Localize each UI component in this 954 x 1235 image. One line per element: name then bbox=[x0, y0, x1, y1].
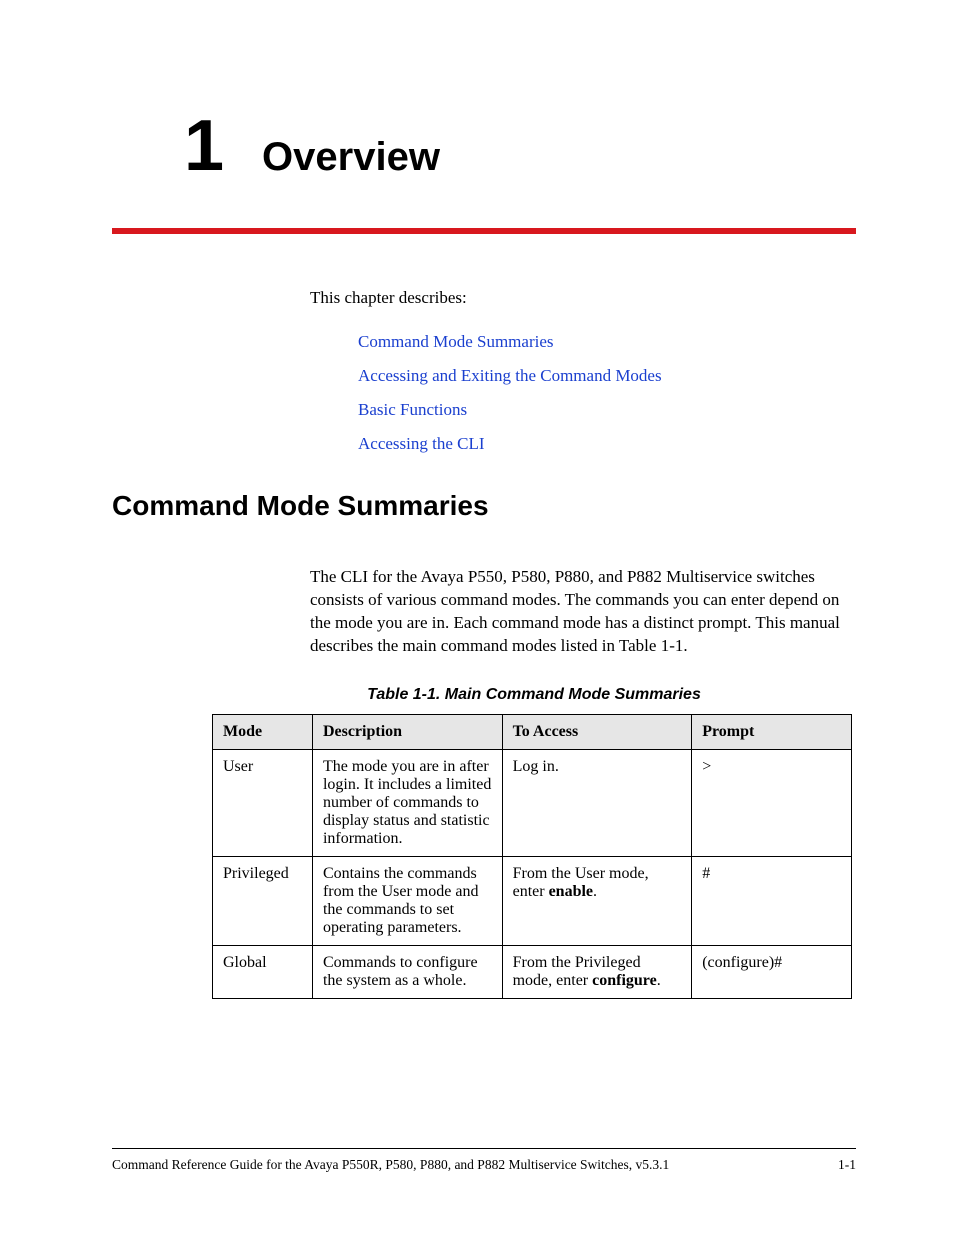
toc-link[interactable]: Accessing and Exiting the Command Modes bbox=[358, 366, 856, 386]
cell-prompt: (configure)# bbox=[692, 945, 852, 998]
command-mode-table: Mode Description To Access Prompt User T… bbox=[212, 714, 852, 999]
page-number: 1-1 bbox=[838, 1157, 856, 1173]
intro-text: This chapter describes: bbox=[310, 288, 856, 308]
chapter-heading: 1 Overview bbox=[184, 110, 856, 182]
cell-description: Contains the commands from the User mode… bbox=[312, 856, 502, 945]
cell-access: From the User mode, enter enable. bbox=[502, 856, 692, 945]
table-header: Description bbox=[312, 714, 502, 749]
section-body: The CLI for the Avaya P550, P580, P880, … bbox=[310, 566, 856, 658]
cell-mode: User bbox=[213, 749, 313, 856]
chapter-title: Overview bbox=[262, 135, 440, 180]
cell-description: The mode you are in after login. It incl… bbox=[312, 749, 502, 856]
table-row: Global Commands to configure the system … bbox=[213, 945, 852, 998]
cell-description: Commands to configure the system as a wh… bbox=[312, 945, 502, 998]
toc-link[interactable]: Command Mode Summaries bbox=[358, 332, 856, 352]
table-row: Privileged Contains the commands from th… bbox=[213, 856, 852, 945]
table-row: User The mode you are in after login. It… bbox=[213, 749, 852, 856]
footer-title: Command Reference Guide for the Avaya P5… bbox=[112, 1157, 669, 1173]
table-header: Mode bbox=[213, 714, 313, 749]
page-footer: Command Reference Guide for the Avaya P5… bbox=[112, 1148, 856, 1173]
table-header: Prompt bbox=[692, 714, 852, 749]
table-header-row: Mode Description To Access Prompt bbox=[213, 714, 852, 749]
cell-mode: Global bbox=[213, 945, 313, 998]
cell-prompt: # bbox=[692, 856, 852, 945]
cell-prompt: > bbox=[692, 749, 852, 856]
cell-access: From the Privileged mode, enter configur… bbox=[502, 945, 692, 998]
cell-mode: Privileged bbox=[213, 856, 313, 945]
chapter-number: 1 bbox=[184, 110, 224, 182]
section-title: Command Mode Summaries bbox=[112, 490, 856, 522]
chapter-toc: Command Mode Summaries Accessing and Exi… bbox=[358, 332, 856, 454]
cell-access: Log in. bbox=[502, 749, 692, 856]
toc-link[interactable]: Basic Functions bbox=[358, 400, 856, 420]
chapter-rule bbox=[112, 228, 856, 234]
table-header: To Access bbox=[502, 714, 692, 749]
toc-link[interactable]: Accessing the CLI bbox=[358, 434, 856, 454]
table-caption: Table 1-1. Main Command Mode Summaries bbox=[212, 686, 856, 704]
